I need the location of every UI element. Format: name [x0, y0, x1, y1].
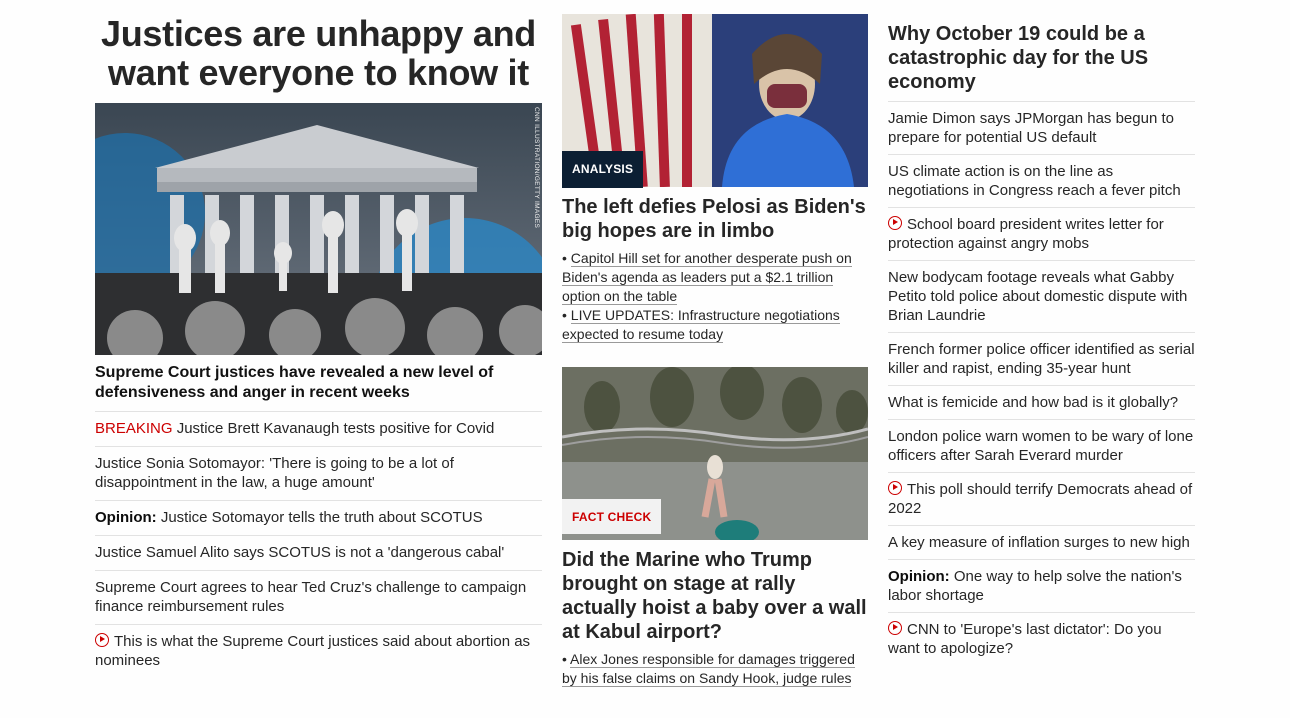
headline-text: CNN to 'Europe's last dictator': Do you … — [888, 621, 1162, 657]
headline-text: What is femicide and how bad is it globa… — [888, 394, 1179, 411]
kabul-headline[interactable]: Did the Marine who Trump brought on stag… — [562, 548, 868, 644]
headline-link[interactable]: London police warn women to be wary of l… — [888, 420, 1195, 473]
headline-link[interactable]: What is femicide and how bad is it globa… — [888, 386, 1195, 420]
breaking-tag: BREAKING — [95, 420, 173, 437]
middle-column: ANALYSIS The left defies Pelosi as Biden… — [562, 14, 868, 688]
headline-text: London police warn women to be wary of l… — [888, 428, 1194, 464]
headline-link[interactable]: Opinion: Justice Sotomayor tells the tru… — [95, 501, 542, 536]
lead-story: Justices are unhappy and want everyone t… — [95, 14, 542, 678]
related-link[interactable]: • LIVE UPDATES: Infrastructure negotiati… — [562, 306, 868, 344]
headline-text: US climate action is on the line as nego… — [888, 163, 1181, 199]
headline-link[interactable]: CNN to 'Europe's last dictator': Do you … — [888, 613, 1195, 665]
play-video-icon — [95, 633, 109, 647]
headline-link[interactable]: French former police officer identified … — [888, 333, 1195, 386]
headline-text: This is what the Supreme Court justices … — [95, 633, 531, 669]
headline-text: Jamie Dimon says JPMorgan has begun to p… — [888, 110, 1174, 146]
headline-text: French former police officer identified … — [888, 341, 1195, 377]
play-video-icon — [888, 621, 902, 635]
related-link-text: LIVE UPDATES: Infrastructure negotiation… — [562, 307, 840, 343]
headline-text: A key measure of inflation surges to new… — [888, 534, 1190, 551]
image-credit: CNN ILLUSTRATION/GETTY IMAGES — [533, 107, 540, 229]
headline-text: Justice Samuel Alito says SCOTUS is not … — [95, 544, 505, 561]
headline-link[interactable]: Justice Samuel Alito says SCOTUS is not … — [95, 536, 542, 571]
headline-text: New bodycam footage reveals what Gabby P… — [888, 269, 1188, 324]
lead-subheadline[interactable]: Supreme Court justices have revealed a n… — [95, 363, 542, 412]
headline-link[interactable]: Justice Sonia Sotomayor: 'There is going… — [95, 447, 542, 501]
analysis-label: ANALYSIS — [562, 151, 644, 188]
headline-link[interactable]: Jamie Dimon says JPMorgan has begun to p… — [888, 102, 1195, 155]
headline-link[interactable]: School board president writes letter for… — [888, 208, 1195, 261]
headline-link[interactable]: BREAKING Justice Brett Kavanaugh tests p… — [95, 412, 542, 447]
headline-text: School board president writes letter for… — [888, 216, 1164, 252]
pelosi-headline[interactable]: The left defies Pelosi as Biden's big ho… — [562, 195, 868, 243]
headline-text: Justice Sonia Sotomayor: 'There is going… — [95, 455, 454, 491]
lead-headline[interactable]: Justices are unhappy and want everyone t… — [95, 14, 542, 102]
play-video-icon — [888, 481, 902, 495]
opinion-prefix: Opinion: — [888, 568, 950, 585]
headline-text: Justice Brett Kavanaugh tests positive f… — [176, 420, 495, 437]
headline-text: Supreme Court agrees to hear Ted Cruz's … — [95, 579, 527, 615]
october-19-headline[interactable]: Why October 19 could be a catastrophic d… — [888, 14, 1195, 102]
headline-link[interactable]: Opinion: One way to help solve the natio… — [888, 560, 1195, 613]
pelosi-related-links: • Capitol Hill set for another desperate… — [562, 249, 868, 344]
related-headlines-list: BREAKING Justice Brett Kavanaugh tests p… — [95, 412, 542, 678]
headline-link[interactable]: Supreme Court agrees to hear Ted Cruz's … — [95, 571, 542, 625]
headline-link[interactable]: US climate action is on the line as nego… — [888, 155, 1195, 208]
kabul-related-links: • Alex Jones responsible for damages tri… — [562, 650, 868, 688]
related-link-text: Alex Jones responsible for damages trigg… — [562, 651, 855, 687]
headline-link[interactable]: This poll should terrify Democrats ahead… — [888, 473, 1195, 526]
headline-text: This poll should terrify Democrats ahead… — [888, 481, 1193, 517]
opinion-prefix: Opinion: — [95, 509, 157, 526]
right-headlines-list: Jamie Dimon says JPMorgan has begun to p… — [888, 102, 1195, 665]
headline-text: Justice Sotomayor tells the truth about … — [160, 509, 483, 526]
related-link-text: Capitol Hill set for another desperate p… — [562, 250, 852, 305]
right-column: Why October 19 could be a catastrophic d… — [888, 14, 1195, 665]
related-link[interactable]: • Alex Jones responsible for damages tri… — [562, 650, 868, 688]
related-link[interactable]: • Capitol Hill set for another desperate… — [562, 249, 868, 306]
headline-link[interactable]: New bodycam footage reveals what Gabby P… — [888, 261, 1195, 333]
headline-link[interactable]: A key measure of inflation surges to new… — [888, 526, 1195, 560]
play-video-icon — [888, 216, 902, 230]
fact-check-label: FACT CHECK — [562, 499, 662, 534]
headline-link[interactable]: This is what the Supreme Court justices … — [95, 625, 542, 678]
lead-image[interactable]: CNN ILLUSTRATION/GETTY IMAGES — [95, 103, 542, 355]
